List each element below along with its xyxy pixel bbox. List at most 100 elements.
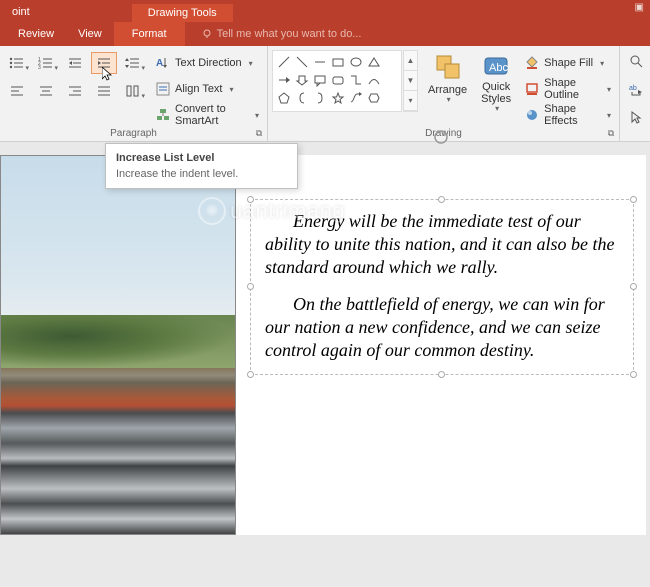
shape-effects-icon	[525, 108, 539, 122]
tooltip-body: Increase the indent level.	[116, 168, 287, 180]
bullets-button[interactable]: ▾	[4, 52, 30, 74]
shape-triangle-icon[interactable]	[365, 53, 383, 71]
resize-handle-w[interactable]	[247, 283, 254, 290]
shape-line3-icon[interactable]	[311, 53, 329, 71]
group-editing-partial: ab	[620, 46, 650, 141]
arrange-button[interactable]: Arrange ▾	[422, 50, 473, 116]
align-center-button[interactable]	[33, 80, 59, 102]
resize-handle-sw[interactable]	[247, 371, 254, 378]
find-button[interactable]	[624, 50, 648, 72]
align-text-button[interactable]: Align Text▾	[152, 78, 263, 100]
shape-pentagon-icon[interactable]	[275, 89, 293, 107]
align-left-button[interactable]	[4, 80, 30, 102]
text-direction-icon: A	[156, 56, 170, 70]
shape-elbow-icon[interactable]	[347, 71, 365, 89]
slide-image-landscape[interactable]	[0, 155, 236, 535]
tooltip-increase-list-level: Increase List Level Increase the indent …	[105, 143, 298, 189]
tell-me-search[interactable]: Tell me what you want to do...	[201, 28, 362, 40]
magnifier-icon	[629, 54, 643, 68]
resize-handle-e[interactable]	[630, 283, 637, 290]
ribbon: ▾ 123 ▾ ▾	[0, 46, 650, 142]
shape-arrow-icon[interactable]	[275, 71, 293, 89]
resize-handle-n[interactable]	[438, 196, 445, 203]
columns-button[interactable]: ▾	[120, 80, 146, 102]
numbering-button[interactable]: 123 ▾	[33, 52, 59, 74]
increase-indent-button[interactable]	[91, 52, 117, 74]
select-button[interactable]	[624, 106, 648, 128]
text-box[interactable]: Energy will be the immediate test of our…	[250, 199, 634, 375]
tab-review[interactable]: Review	[6, 24, 66, 44]
replace-button[interactable]: ab	[624, 78, 648, 100]
shape-fill-button[interactable]: Shape Fill▾	[521, 52, 615, 74]
ribbon-display-options-icon[interactable]: ▣	[635, 2, 644, 13]
quick-styles-icon: Abc	[481, 52, 511, 79]
drawing-dialog-launcher[interactable]: ⧉	[605, 127, 617, 139]
shapes-gallery[interactable]	[272, 50, 402, 112]
group-drawing: ▲ ▼ ▾ Arrange ▾ Abc Quick Styles ▾ Shape…	[268, 46, 620, 141]
text-direction-button[interactable]: A Text Direction▾	[152, 52, 263, 74]
replace-icon: ab	[629, 82, 643, 96]
slide-canvas-right[interactable]: Energy will be the immediate test of our…	[236, 155, 646, 535]
shape-star-icon[interactable]	[329, 89, 347, 107]
shape-connector-icon[interactable]	[347, 89, 365, 107]
shape-outline-icon	[525, 82, 539, 96]
shape-callout-icon[interactable]	[311, 71, 329, 89]
group-paragraph: ▾ 123 ▾ ▾	[0, 46, 268, 141]
text-paragraph-2[interactable]: On the battlefield of energy, we can win…	[265, 293, 619, 362]
gallery-scroll-up[interactable]: ▲	[404, 51, 417, 71]
resize-handle-se[interactable]	[630, 371, 637, 378]
justify-button[interactable]	[91, 80, 117, 102]
shape-rect-icon[interactable]	[329, 53, 347, 71]
shape-roundrect-icon[interactable]	[329, 71, 347, 89]
shape-oval-icon[interactable]	[347, 53, 365, 71]
shape-line-icon[interactable]	[275, 53, 293, 71]
decrease-indent-button[interactable]	[62, 52, 88, 74]
chevron-down-icon: ▾	[495, 105, 499, 114]
svg-text:Abc: Abc	[489, 62, 508, 74]
group-label-paragraph: Paragraph	[4, 126, 263, 141]
text-paragraph-1[interactable]: Energy will be the immediate test of our…	[265, 210, 619, 279]
svg-text:2: 2	[38, 61, 41, 67]
paragraph-dialog-launcher[interactable]: ⧉	[253, 127, 265, 139]
chevron-down-icon: ▾	[447, 96, 451, 105]
tab-view[interactable]: View	[66, 24, 114, 44]
lightbulb-icon	[201, 28, 213, 40]
chevron-down-icon: ▾	[25, 64, 29, 72]
contextual-tab-label: Drawing Tools	[132, 4, 233, 22]
arrange-icon	[433, 52, 463, 82]
shape-downarrow-icon[interactable]	[293, 71, 311, 89]
shape-brace-r-icon[interactable]	[311, 89, 329, 107]
cursor-arrow-icon	[629, 110, 643, 124]
chevron-down-icon: ▾	[141, 92, 145, 100]
gallery-scroll-down[interactable]: ▼	[404, 71, 417, 91]
quick-styles-button[interactable]: Abc Quick Styles ▾	[475, 50, 517, 116]
convert-to-smartart-button[interactable]: Convert to SmartArt▾	[152, 104, 263, 126]
svg-text:ab: ab	[629, 85, 637, 92]
chevron-down-icon: ▾	[54, 64, 58, 72]
shape-brace-l-icon[interactable]	[293, 89, 311, 107]
shape-effects-button[interactable]: Shape Effects▾	[521, 104, 615, 126]
chevron-down-icon: ▾	[141, 64, 145, 72]
shape-fill-icon	[525, 56, 539, 70]
rotate-handle-icon[interactable]	[433, 129, 449, 145]
ribbon-tabs: Review View Format Tell me what you want…	[0, 22, 650, 46]
resize-handle-s[interactable]	[438, 371, 445, 378]
svg-text:3: 3	[38, 65, 41, 70]
align-right-button[interactable]	[62, 80, 88, 102]
smartart-icon	[156, 108, 170, 122]
shape-outline-button[interactable]: Shape Outline▾	[521, 78, 615, 100]
shape-hexagon-icon[interactable]	[365, 89, 383, 107]
line-spacing-button[interactable]: ▾	[120, 52, 146, 74]
resize-handle-ne[interactable]	[630, 196, 637, 203]
shape-line2-icon[interactable]	[293, 53, 311, 71]
tell-me-placeholder: Tell me what you want to do...	[217, 28, 362, 40]
svg-text:A: A	[156, 58, 163, 69]
resize-handle-nw[interactable]	[247, 196, 254, 203]
shape-curve-icon[interactable]	[365, 71, 383, 89]
align-text-icon	[156, 82, 170, 96]
slide-workspace: Energy will be the immediate test of our…	[0, 142, 650, 587]
title-bar: oint Drawing Tools ▣	[0, 0, 650, 22]
gallery-more-button[interactable]: ▾	[404, 91, 417, 111]
svg-text:1: 1	[38, 57, 41, 63]
tab-format[interactable]: Format	[114, 22, 185, 46]
